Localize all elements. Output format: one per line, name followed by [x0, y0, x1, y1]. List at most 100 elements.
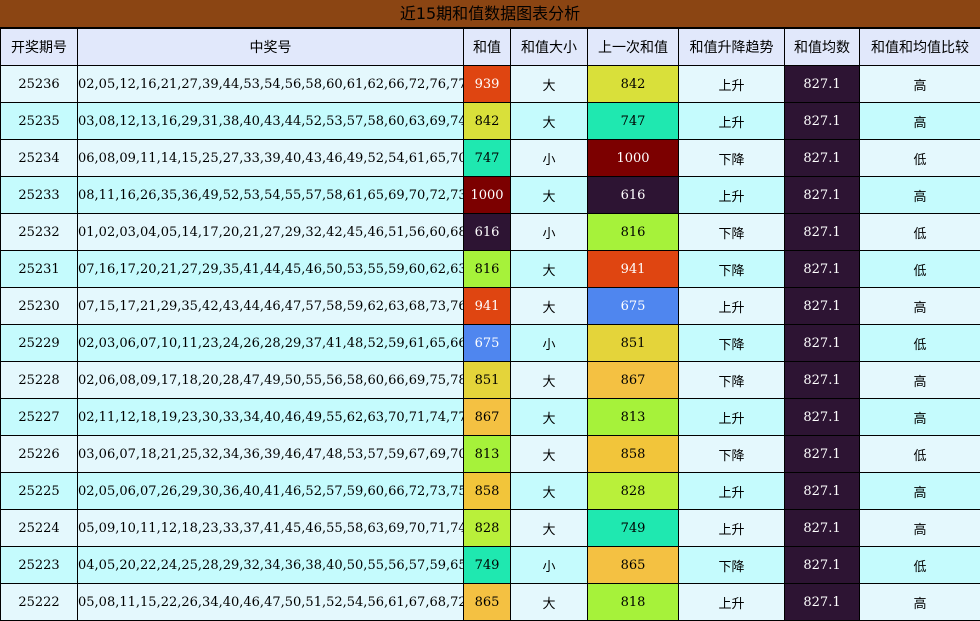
- average-cell: 827.1: [785, 362, 860, 399]
- table-row: 2522405,09,10,11,12,18,23,33,37,41,45,46…: [1, 510, 980, 547]
- sum-cell: 939: [464, 66, 511, 103]
- average-cell: 827.1: [785, 177, 860, 214]
- period-cell: 25236: [1, 66, 78, 103]
- period-cell: 25223: [1, 547, 78, 584]
- average-cell: 827.1: [785, 103, 860, 140]
- trend-cell: 上升: [679, 103, 785, 140]
- compare-cell: 低: [860, 251, 980, 288]
- numbers-cell: 02,03,06,07,10,11,23,24,26,28,29,37,41,4…: [78, 325, 464, 362]
- average-cell: 827.1: [785, 584, 860, 621]
- average-cell: 827.1: [785, 399, 860, 436]
- trend-cell: 下降: [679, 436, 785, 473]
- sum-cell: 1000: [464, 177, 511, 214]
- header-compare: 和值和均值比较: [860, 29, 980, 66]
- period-cell: 25230: [1, 288, 78, 325]
- size-cell: 大: [511, 103, 588, 140]
- size-cell: 大: [511, 436, 588, 473]
- prev-sum-cell: 1000: [588, 140, 679, 177]
- prev-sum-cell: 616: [588, 177, 679, 214]
- numbers-cell: 02,05,06,07,26,29,30,36,40,41,46,52,57,5…: [78, 473, 464, 510]
- prev-sum-cell: 749: [588, 510, 679, 547]
- compare-cell: 高: [860, 584, 980, 621]
- sum-cell: 851: [464, 362, 511, 399]
- header-numbers: 中奖号: [78, 29, 464, 66]
- header-sum: 和值: [464, 29, 511, 66]
- size-cell: 大: [511, 251, 588, 288]
- average-cell: 827.1: [785, 510, 860, 547]
- size-cell: 大: [511, 288, 588, 325]
- numbers-cell: 07,16,17,20,21,27,29,35,41,44,45,46,50,5…: [78, 251, 464, 288]
- table-body: 2523602,05,12,16,21,27,39,44,53,54,56,58…: [1, 66, 980, 621]
- period-cell: 25222: [1, 584, 78, 621]
- compare-cell: 高: [860, 66, 980, 103]
- average-cell: 827.1: [785, 66, 860, 103]
- table-row: 2523602,05,12,16,21,27,39,44,53,54,56,58…: [1, 66, 980, 103]
- prev-sum-cell: 816: [588, 214, 679, 251]
- compare-cell: 高: [860, 510, 980, 547]
- compare-cell: 高: [860, 288, 980, 325]
- trend-cell: 下降: [679, 214, 785, 251]
- trend-cell: 上升: [679, 177, 785, 214]
- sum-cell: 842: [464, 103, 511, 140]
- numbers-cell: 06,08,09,11,14,15,25,27,33,39,40,43,46,4…: [78, 140, 464, 177]
- numbers-cell: 05,09,10,11,12,18,23,33,37,41,45,46,55,5…: [78, 510, 464, 547]
- trend-cell: 下降: [679, 547, 785, 584]
- trend-cell: 下降: [679, 362, 785, 399]
- size-cell: 小: [511, 214, 588, 251]
- numbers-cell: 08,11,16,26,35,36,49,52,53,54,55,57,58,6…: [78, 177, 464, 214]
- period-cell: 25228: [1, 362, 78, 399]
- size-cell: 小: [511, 325, 588, 362]
- prev-sum-cell: 858: [588, 436, 679, 473]
- header-period: 开奖期号: [1, 29, 78, 66]
- table-row: 2523107,16,17,20,21,27,29,35,41,44,45,46…: [1, 251, 980, 288]
- numbers-cell: 05,08,11,15,22,26,34,40,46,47,50,51,52,5…: [78, 584, 464, 621]
- trend-cell: 上升: [679, 66, 785, 103]
- prev-sum-cell: 851: [588, 325, 679, 362]
- period-cell: 25229: [1, 325, 78, 362]
- compare-cell: 高: [860, 399, 980, 436]
- trend-cell: 上升: [679, 288, 785, 325]
- trend-cell: 上升: [679, 473, 785, 510]
- trend-cell: 下降: [679, 140, 785, 177]
- numbers-cell: 02,05,12,16,21,27,39,44,53,54,56,58,60,6…: [78, 66, 464, 103]
- trend-cell: 下降: [679, 251, 785, 288]
- header-prev-sum: 上一次和值: [588, 29, 679, 66]
- sum-cell: 828: [464, 510, 511, 547]
- header-trend: 和值升降趋势: [679, 29, 785, 66]
- trend-cell: 上升: [679, 584, 785, 621]
- sum-cell: 865: [464, 584, 511, 621]
- period-cell: 25226: [1, 436, 78, 473]
- prev-sum-cell: 675: [588, 288, 679, 325]
- header-row: 开奖期号 中奖号 和值 和值大小 上一次和值 和值升降趋势 和值均数 和值和均值…: [1, 29, 980, 66]
- table-row: 2522502,05,06,07,26,29,30,36,40,41,46,52…: [1, 473, 980, 510]
- sum-cell: 675: [464, 325, 511, 362]
- size-cell: 大: [511, 473, 588, 510]
- size-cell: 大: [511, 399, 588, 436]
- prev-sum-cell: 842: [588, 66, 679, 103]
- prev-sum-cell: 813: [588, 399, 679, 436]
- size-cell: 小: [511, 547, 588, 584]
- prev-sum-cell: 867: [588, 362, 679, 399]
- sum-analysis-table: 开奖期号 中奖号 和值 和值大小 上一次和值 和值升降趋势 和值均数 和值和均值…: [0, 28, 980, 621]
- header-average: 和值均数: [785, 29, 860, 66]
- table-row: 2522802,06,08,09,17,18,20,28,47,49,50,55…: [1, 362, 980, 399]
- table-row: 2522603,06,07,18,21,25,32,34,36,39,46,47…: [1, 436, 980, 473]
- prev-sum-cell: 818: [588, 584, 679, 621]
- numbers-cell: 03,06,07,18,21,25,32,34,36,39,46,47,48,5…: [78, 436, 464, 473]
- period-cell: 25235: [1, 103, 78, 140]
- size-cell: 大: [511, 584, 588, 621]
- compare-cell: 低: [860, 547, 980, 584]
- sum-cell: 616: [464, 214, 511, 251]
- prev-sum-cell: 865: [588, 547, 679, 584]
- numbers-cell: 04,05,20,22,24,25,28,29,32,34,36,38,40,5…: [78, 547, 464, 584]
- size-cell: 大: [511, 362, 588, 399]
- period-cell: 25234: [1, 140, 78, 177]
- trend-cell: 上升: [679, 399, 785, 436]
- average-cell: 827.1: [785, 288, 860, 325]
- period-cell: 25227: [1, 399, 78, 436]
- numbers-cell: 02,11,12,18,19,23,30,33,34,40,46,49,55,6…: [78, 399, 464, 436]
- compare-cell: 高: [860, 177, 980, 214]
- compare-cell: 低: [860, 436, 980, 473]
- numbers-cell: 03,08,12,13,16,29,31,38,40,43,44,52,53,5…: [78, 103, 464, 140]
- compare-cell: 高: [860, 473, 980, 510]
